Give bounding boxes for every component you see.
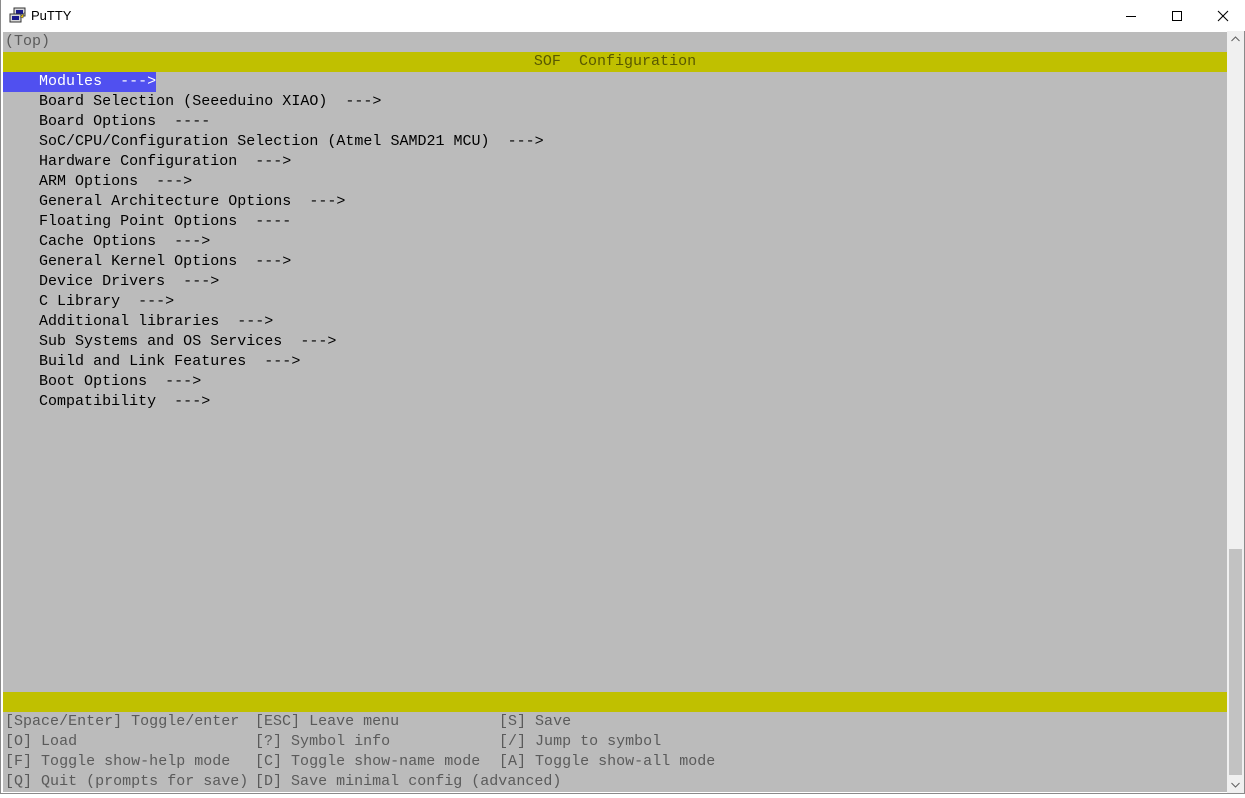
help-toggle-show-help: [F] Toggle show-help mode xyxy=(5,753,231,770)
help-jump-to-symbol: [/] Jump to symbol xyxy=(499,733,662,750)
minimize-icon xyxy=(1126,16,1136,17)
close-icon xyxy=(1217,10,1229,22)
putty-app-icon[interactable] xyxy=(9,7,27,24)
minimize-button[interactable] xyxy=(1108,0,1154,31)
menu-header-banner: SOF Configuration xyxy=(3,52,1227,72)
menu-item-board-options[interactable]: Board Options ---- xyxy=(39,112,210,132)
footer-banner xyxy=(3,692,1227,712)
menu-item-hardware-configuration[interactable]: Hardware Configuration ---> xyxy=(39,152,291,172)
maximize-icon xyxy=(1172,11,1182,21)
menu-item-general-kernel-options[interactable]: General Kernel Options ---> xyxy=(39,252,291,272)
terminal-screen[interactable]: (Top) SOF Configuration Modules ---> Boa… xyxy=(3,32,1227,792)
help-save-minimal-config: [D] Save minimal config (advanced) xyxy=(255,773,562,790)
menu-item-cache-options[interactable]: Cache Options ---> xyxy=(39,232,210,252)
help-toggle-show-name: [C] Toggle show-name mode xyxy=(255,753,481,770)
title-bar[interactable]: PuTTY xyxy=(1,0,1245,31)
menu-item-soc-cpu-selection[interactable]: SoC/CPU/Configuration Selection (Atmel S… xyxy=(39,132,544,152)
window-title: PuTTY xyxy=(31,8,72,23)
help-quit: [Q] Quit (prompts for save) xyxy=(5,773,249,790)
scroll-down-button[interactable] xyxy=(1227,776,1244,793)
menu-item-sub-systems-os-services[interactable]: Sub Systems and OS Services ---> xyxy=(39,332,336,352)
menu-item-build-link-features[interactable]: Build and Link Features ---> xyxy=(39,352,300,372)
menu-item-general-architecture-options[interactable]: General Architecture Options ---> xyxy=(39,192,345,212)
help-esc-leave-menu: [ESC] Leave menu xyxy=(255,713,400,730)
menu-item-modules[interactable]: Modules ---> xyxy=(39,72,156,92)
help-toggle-show-all: [A] Toggle show-all mode xyxy=(499,753,716,770)
menu-item-compatibility[interactable]: Compatibility ---> xyxy=(39,392,210,412)
menu-title: SOF Configuration xyxy=(533,53,697,70)
menu-item-boot-options[interactable]: Boot Options ---> xyxy=(39,372,201,392)
menu-item-c-library[interactable]: C Library ---> xyxy=(39,292,174,312)
menu-item-arm-options[interactable]: ARM Options ---> xyxy=(39,172,192,192)
menu-item-board-selection[interactable]: Board Selection (Seeeduino XIAO) ---> xyxy=(39,92,381,112)
help-symbol-info: [?] Symbol info xyxy=(255,733,391,750)
menu-item-additional-libraries[interactable]: Additional libraries ---> xyxy=(39,312,273,332)
breadcrumb: (Top) xyxy=(5,33,51,50)
vertical-scrollbar[interactable] xyxy=(1227,31,1244,793)
menu-item-floating-point-options[interactable]: Floating Point Options ---- xyxy=(39,212,291,232)
putty-window: PuTTY (Top) SOF Configuration Modules --… xyxy=(0,0,1245,794)
help-load: [O] Load xyxy=(5,733,78,750)
close-button[interactable] xyxy=(1200,0,1245,31)
help-space-enter: [Space/Enter] Toggle/enter xyxy=(5,713,240,730)
help-save: [S] Save xyxy=(499,713,572,730)
menu-item-device-drivers[interactable]: Device Drivers ---> xyxy=(39,272,219,292)
scroll-up-button[interactable] xyxy=(1227,31,1244,48)
arrow-down-icon xyxy=(1231,782,1240,788)
scroll-thumb[interactable] xyxy=(1229,549,1242,775)
maximize-button[interactable] xyxy=(1154,0,1200,31)
arrow-up-icon xyxy=(1231,36,1240,42)
